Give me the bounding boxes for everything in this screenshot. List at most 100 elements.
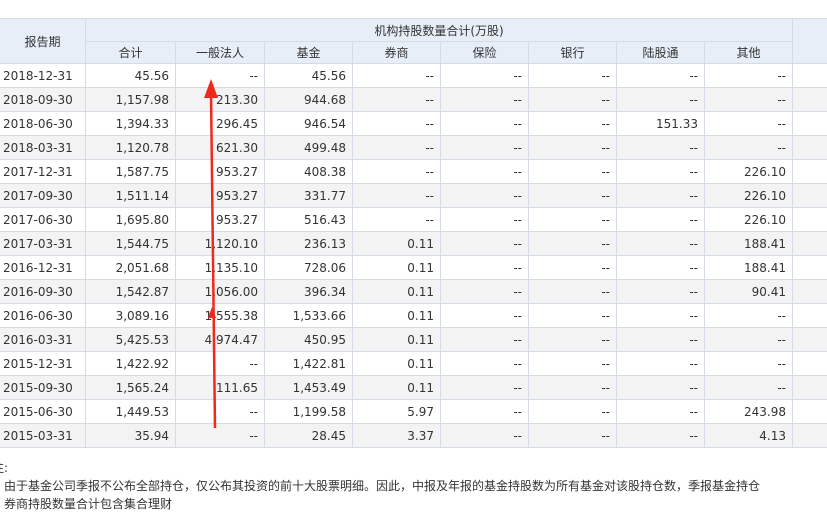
value-cell: -- <box>616 231 705 256</box>
spacer-cell <box>792 327 827 352</box>
value-cell: 45.56 <box>264 63 353 88</box>
value-cell: 1,120.78 <box>85 135 176 160</box>
table-row: 2015-09-30 1,565.24 111.65 1,453.49 0.11 -- --… <box>0 375 827 400</box>
value-cell: 396.34 <box>264 279 353 304</box>
value-cell: -- <box>528 303 617 328</box>
value-cell: 296.45 <box>175 111 265 136</box>
value-cell: -- <box>352 111 441 136</box>
value-cell: -- <box>528 183 617 208</box>
value-cell: -- <box>528 87 617 112</box>
period-cell: 2017-06-30 <box>0 207 86 232</box>
value-cell: -- <box>616 63 705 88</box>
value-cell: 1,135.10 <box>175 255 265 280</box>
column-header: 其他 <box>704 41 793 64</box>
value-cell: -- <box>616 159 705 184</box>
value-cell: -- <box>440 207 529 232</box>
spacer-cell <box>792 87 827 112</box>
value-cell: 226.10 <box>704 159 793 184</box>
value-cell: -- <box>440 231 529 256</box>
value-cell: -- <box>704 375 793 400</box>
value-cell: -- <box>175 399 265 424</box>
table-row: 2017-09-30 1,511.14 953.27 331.77 -- -- -- -- 22… <box>0 183 827 208</box>
period-cell: 2015-03-31 <box>0 423 86 448</box>
table-row: 2016-06-30 3,089.16 1,555.38 1,533.66 0.11 --… <box>0 303 827 328</box>
value-cell: -- <box>440 351 529 376</box>
value-cell: -- <box>440 63 529 88</box>
value-cell: -- <box>528 375 617 400</box>
value-cell: 45.56 <box>85 63 176 88</box>
spacer-cell <box>792 207 827 232</box>
value-cell: 1,199.58 <box>264 399 353 424</box>
spacer-cell <box>792 183 827 208</box>
value-cell: -- <box>616 279 705 304</box>
period-cell: 2018-06-30 <box>0 111 86 136</box>
value-cell: -- <box>616 303 705 328</box>
value-cell: -- <box>352 135 441 160</box>
value-cell: -- <box>616 327 705 352</box>
value-cell: -- <box>616 183 705 208</box>
value-cell: -- <box>704 351 793 376</box>
value-cell: -- <box>528 135 617 160</box>
notes-title: 注: <box>0 461 9 475</box>
value-cell: -- <box>440 399 529 424</box>
value-cell: 1,394.33 <box>85 111 176 136</box>
table-row: 2017-06-30 1,695.80 953.27 516.43 -- -- -- -- 22… <box>0 207 827 232</box>
value-cell: 1,555.38 <box>175 303 265 328</box>
period-cell: 2017-09-30 <box>0 183 86 208</box>
spacer-cell <box>792 231 827 256</box>
value-cell: 953.27 <box>175 183 265 208</box>
value-cell: -- <box>616 399 705 424</box>
value-cell: 1,544.75 <box>85 231 176 256</box>
period-cell: 2015-12-31 <box>0 351 86 376</box>
table-row: 2016-03-31 5,425.53 4,974.47 450.95 0.11 -- --… <box>0 327 827 352</box>
period-cell: 2017-12-31 <box>0 159 86 184</box>
spacer-cell <box>792 279 827 304</box>
spacer-cell <box>792 375 827 400</box>
value-cell: 111.65 <box>175 375 265 400</box>
value-cell: -- <box>352 159 441 184</box>
value-cell: 1,453.49 <box>264 375 353 400</box>
value-cell: -- <box>616 135 705 160</box>
notes-line-2: 、券商持股数量合计包含集合理财 <box>0 497 173 511</box>
value-cell: -- <box>528 255 617 280</box>
period-cell: 2018-09-30 <box>0 87 86 112</box>
value-cell: -- <box>352 183 441 208</box>
value-cell: -- <box>616 87 705 112</box>
value-cell: -- <box>704 111 793 136</box>
value-cell: 3.37 <box>352 423 441 448</box>
value-cell: -- <box>528 207 617 232</box>
spacer-cell <box>792 63 827 88</box>
value-cell: 243.98 <box>704 399 793 424</box>
table-row: 2016-12-31 2,051.68 1,135.10 728.06 0.11 -- --… <box>0 255 827 280</box>
value-cell: -- <box>528 159 617 184</box>
value-cell: -- <box>616 351 705 376</box>
value-cell: -- <box>528 327 617 352</box>
table-row: 2017-03-31 1,544.75 1,120.10 236.13 0.11 -- --… <box>0 231 827 256</box>
value-cell: 621.30 <box>175 135 265 160</box>
value-cell: 1,565.24 <box>85 375 176 400</box>
value-cell: -- <box>704 327 793 352</box>
table-row: 2017-12-31 1,587.75 953.27 408.38 -- -- -- -- 22… <box>0 159 827 184</box>
value-cell: -- <box>352 63 441 88</box>
table-row: 2018-09-30 1,157.98 213.30 944.68 -- -- -- -- -- <box>0 87 827 112</box>
value-cell: 728.06 <box>264 255 353 280</box>
value-cell: -- <box>528 423 617 448</box>
value-cell: -- <box>528 231 617 256</box>
value-cell: 0.11 <box>352 279 441 304</box>
column-header: 陆股通 <box>616 41 705 64</box>
value-cell: -- <box>352 87 441 112</box>
period-cell: 2017-03-31 <box>0 231 86 256</box>
value-cell: -- <box>440 111 529 136</box>
value-cell: 213.30 <box>175 87 265 112</box>
value-cell: -- <box>528 279 617 304</box>
value-cell: 5,425.53 <box>85 327 176 352</box>
value-cell: 2,051.68 <box>85 255 176 280</box>
value-cell: 226.10 <box>704 207 793 232</box>
value-cell: -- <box>440 303 529 328</box>
value-cell: 0.11 <box>352 375 441 400</box>
period-cell: 2016-12-31 <box>0 255 86 280</box>
value-cell: 236.13 <box>264 231 353 256</box>
column-header: 合计 <box>85 41 176 64</box>
spacer-cell <box>792 135 827 160</box>
value-cell: 1,422.81 <box>264 351 353 376</box>
